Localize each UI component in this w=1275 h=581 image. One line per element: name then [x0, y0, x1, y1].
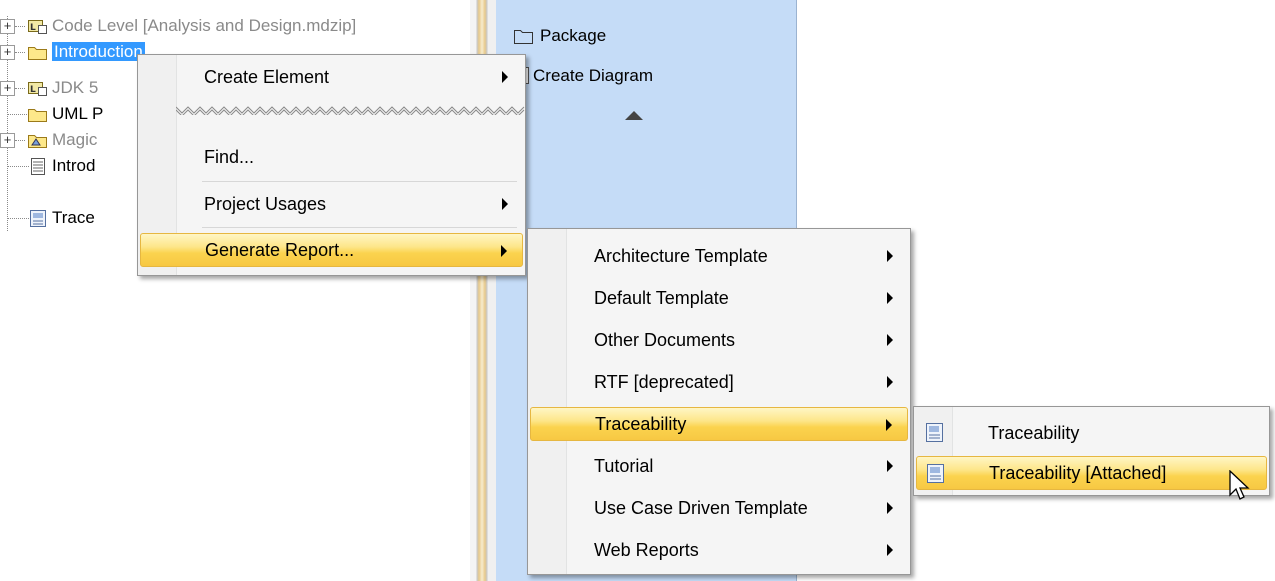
- menu-separator: [202, 227, 517, 228]
- svg-text:L: L: [30, 85, 36, 95]
- code-level-package-icon: L: [28, 20, 47, 34]
- menu-item-label: Create Element: [204, 66, 330, 87]
- mouse-pointer-icon: [1229, 470, 1250, 500]
- menu-item-label: RTF [deprecated]: [594, 371, 734, 392]
- expand-icon[interactable]: +: [0, 133, 15, 148]
- menu-item-label: Project Usages: [204, 193, 327, 214]
- create-diagram-button[interactable]: Create Diagram: [516, 66, 653, 86]
- menu-item-traceability-template[interactable]: Traceability: [916, 416, 1267, 450]
- menu-item-label: Tutorial: [594, 455, 654, 476]
- expand-icon[interactable]: +: [0, 19, 15, 34]
- submenu-arrow-icon: [887, 544, 893, 556]
- menu-item-traceability-attached[interactable]: Traceability [Attached]: [916, 456, 1267, 490]
- menu-item-label: Find...: [204, 146, 255, 167]
- package-label: Package: [540, 26, 607, 45]
- package-icon: [514, 29, 533, 44]
- menu-item-generate-report[interactable]: Generate Report...: [140, 233, 523, 267]
- menu-item-label: Generate Report...: [205, 239, 355, 260]
- submenu-arrow-icon: [887, 376, 893, 388]
- submenu-arrow-icon: [887, 334, 893, 346]
- expand-icon[interactable]: +: [0, 45, 15, 60]
- tree-item-label: Introduction: [52, 42, 145, 61]
- submenu-arrow-icon: [502, 198, 508, 210]
- submenu-arrow-icon: [886, 419, 892, 431]
- menu-item-label: Other Documents: [594, 329, 736, 350]
- menu-item-label: Web Reports: [594, 539, 699, 560]
- context-menu: Create Element Find... Project Usages Ge…: [137, 54, 526, 276]
- traceability-submenu: Traceability Traceability [Attached]: [913, 406, 1270, 496]
- submenu-arrow-icon: [887, 292, 893, 304]
- scroll-up-icon[interactable]: [625, 111, 643, 120]
- report-template-icon: [927, 464, 944, 483]
- menu-item-use-case-driven-template[interactable]: Use Case Driven Template: [530, 491, 908, 525]
- submenu-arrow-icon: [501, 245, 507, 257]
- tree-item-label: Introd: [52, 156, 96, 175]
- tree-item-label: UML P: [52, 104, 104, 123]
- menu-item-rtf-deprecated[interactable]: RTF [deprecated]: [530, 365, 908, 399]
- menu-item-label: Traceability [Attached]: [989, 462, 1167, 483]
- tree-item-label: Code Level [Analysis and Design.mdzip]: [52, 16, 357, 35]
- menu-item-label: Use Case Driven Template: [594, 497, 808, 518]
- menu-separator: [202, 181, 517, 182]
- menu-item-architecture-template[interactable]: Architecture Template: [530, 239, 908, 273]
- tree-item-label: Trace: [52, 208, 95, 227]
- document-icon: [31, 158, 45, 175]
- menu-item-label: Traceability: [988, 422, 1080, 443]
- menu-item-find[interactable]: Find...: [140, 140, 523, 174]
- menu-item-create-element[interactable]: Create Element: [140, 60, 523, 94]
- submenu-arrow-icon: [887, 502, 893, 514]
- report-submenu: Architecture Template Default Template O…: [527, 228, 911, 575]
- folder-icon: [28, 47, 47, 60]
- menu-item-label: Architecture Template: [594, 245, 768, 266]
- create-diagram-label: Create Diagram: [533, 66, 653, 85]
- menu-item-label: Traceability: [595, 413, 687, 434]
- package-button[interactable]: Package: [514, 26, 606, 46]
- report-template-icon: [926, 423, 943, 442]
- submenu-arrow-icon: [502, 71, 508, 83]
- tree-item-label: Magic: [52, 130, 98, 149]
- tree-item-label: JDK 5: [52, 78, 99, 97]
- svg-text:L: L: [30, 23, 36, 33]
- report-icon: [30, 210, 46, 227]
- menu-cut-indicator: [176, 106, 525, 115]
- menu-item-tutorial[interactable]: Tutorial: [530, 449, 908, 483]
- expand-icon[interactable]: +: [0, 81, 15, 96]
- menu-item-traceability[interactable]: Traceability: [530, 407, 908, 441]
- library-package-icon: L: [28, 82, 47, 96]
- menu-item-web-reports[interactable]: Web Reports: [530, 533, 908, 567]
- folder-icon: [28, 109, 47, 122]
- magic-package-icon: [28, 135, 47, 148]
- menu-item-other-documents[interactable]: Other Documents: [530, 323, 908, 357]
- tree-item-code-level[interactable]: + L Code Level [Analysis and Design.mdzi…: [0, 14, 470, 40]
- submenu-arrow-icon: [887, 460, 893, 472]
- menu-item-default-template[interactable]: Default Template: [530, 281, 908, 315]
- menu-item-project-usages[interactable]: Project Usages: [140, 187, 523, 221]
- submenu-arrow-icon: [887, 250, 893, 262]
- menu-item-label: Default Template: [594, 287, 729, 308]
